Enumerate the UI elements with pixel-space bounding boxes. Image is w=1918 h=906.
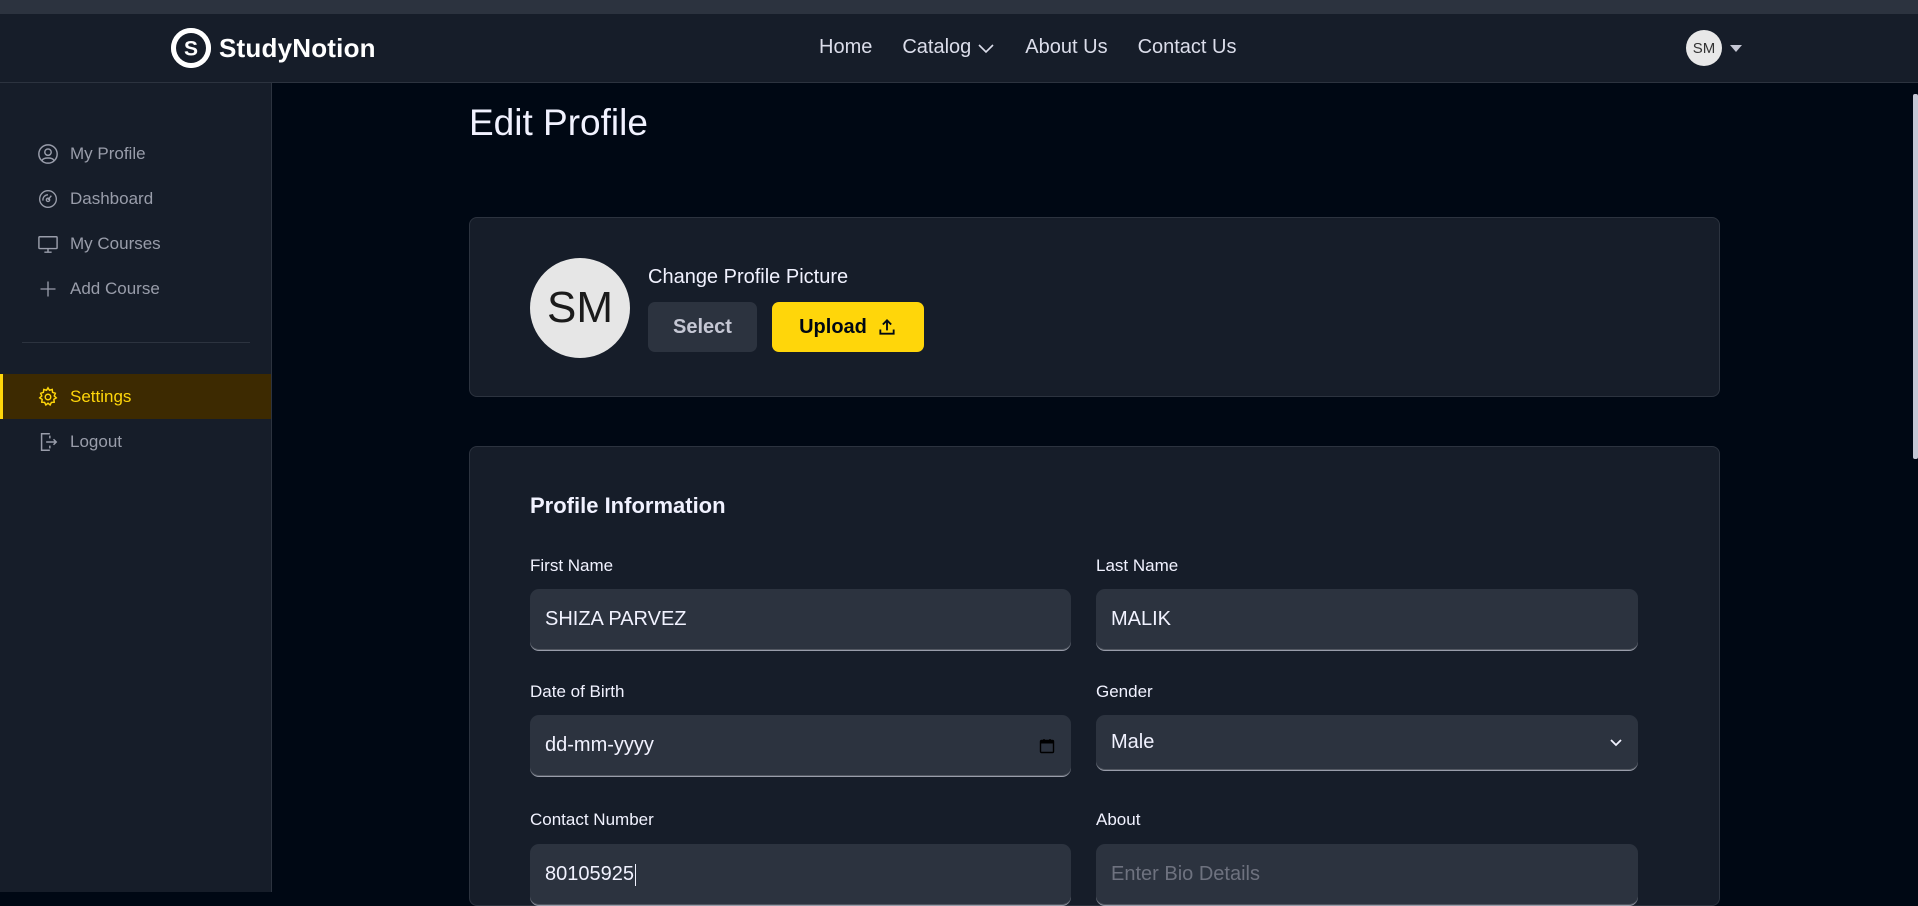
calendar-icon[interactable] (1039, 738, 1055, 754)
nav-link-home-label: Home (819, 36, 873, 58)
contact-label: Contact Number (530, 810, 654, 829)
logo-letter: S (184, 38, 198, 61)
sidebar-item-my-profile[interactable]: My Profile (0, 131, 271, 176)
sidebar-item-logout[interactable]: Logout (0, 419, 271, 464)
profile-picture-card: SM Change Profile Picture Select Upload (469, 217, 1720, 397)
upload-icon (879, 319, 895, 335)
logout-icon (36, 430, 60, 454)
top-navbar: S StudyNotion Home Catalog About Us Cont… (0, 14, 1918, 83)
first-name-field[interactable]: SHIZA PARVEZ (530, 589, 1071, 651)
chevron-down-icon (1610, 738, 1622, 746)
gauge-icon (36, 187, 60, 211)
upload-button[interactable]: Upload (772, 302, 924, 352)
contact-value: 80105925 (545, 863, 634, 885)
caret-down-icon[interactable] (1729, 44, 1743, 53)
sidebar-item-settings[interactable]: Settings (0, 374, 271, 419)
sidebar-item-label: Dashboard (70, 188, 154, 208)
sidebar-item-add-course[interactable]: Add Course (0, 266, 271, 311)
dob-label: Date of Birth (530, 682, 625, 701)
last-name-label: Last Name (1096, 556, 1179, 575)
sidebar-item-label: Add Course (70, 278, 160, 298)
change-picture-label: Change Profile Picture (648, 266, 849, 288)
nav-links: Home Catalog About Us Contact Us (819, 36, 1237, 59)
about-placeholder: Enter Bio Details (1111, 863, 1260, 885)
upload-button-label: Upload (799, 315, 867, 338)
nav-link-catalog-label: Catalog (902, 36, 972, 58)
contact-number-field[interactable]: 80105925 (530, 844, 1071, 906)
monitor-icon (36, 232, 60, 256)
last-name-field[interactable]: MALIK (1096, 589, 1638, 651)
scrollbar-thumb[interactable] (1913, 94, 1918, 459)
nav-link-catalog[interactable]: Catalog (902, 36, 995, 59)
dob-placeholder: dd-mm-yyyy (545, 734, 654, 756)
gender-value: Male (1111, 731, 1155, 753)
page-title: Edit Profile (469, 102, 648, 143)
app-name: StudyNotion (219, 32, 376, 63)
sidebar-divider (22, 342, 250, 343)
gear-icon (36, 385, 60, 409)
plus-icon (36, 277, 60, 301)
select-button[interactable]: Select (648, 302, 757, 352)
about-field[interactable]: Enter Bio Details (1096, 844, 1638, 906)
avatar-large: SM (530, 258, 630, 358)
nav-link-contact-label: Contact Us (1137, 36, 1237, 58)
text-cursor (634, 863, 636, 886)
sidebar-item-label: Logout (70, 431, 122, 451)
gender-label: Gender (1096, 682, 1153, 701)
about-label: About (1096, 810, 1141, 829)
nav-link-home[interactable]: Home (819, 36, 872, 59)
sidebar-item-label: My Courses (70, 233, 161, 253)
sidebar: My Profile Dashboard My Courses Add Cour… (0, 83, 272, 892)
browser-top-strip (0, 0, 1918, 14)
first-name-label: First Name (530, 556, 614, 575)
sidebar-item-label: Settings (70, 386, 132, 406)
first-name-value: SHIZA PARVEZ (545, 608, 687, 630)
nav-link-about[interactable]: About Us (1025, 36, 1107, 59)
avatar[interactable]: SM (1686, 30, 1722, 66)
sidebar-item-dashboard[interactable]: Dashboard (0, 176, 271, 221)
section-title: Profile Information (530, 493, 726, 518)
user-circle-icon (36, 142, 60, 166)
profile-information-card: Profile Information First Name SHIZA PAR… (469, 446, 1720, 906)
chevron-down-icon (978, 43, 994, 53)
last-name-value: MALIK (1111, 608, 1172, 630)
logo[interactable]: S StudyNotion (171, 28, 376, 68)
logo-badge-icon: S (171, 28, 211, 68)
nav-link-contact[interactable]: Contact Us (1138, 36, 1237, 59)
gender-select[interactable]: Male (1096, 715, 1638, 771)
sidebar-item-my-courses[interactable]: My Courses (0, 221, 271, 266)
nav-link-about-label: About Us (1025, 36, 1108, 58)
sidebar-item-label: My Profile (70, 143, 146, 163)
dob-field[interactable]: dd-mm-yyyy (530, 715, 1071, 777)
